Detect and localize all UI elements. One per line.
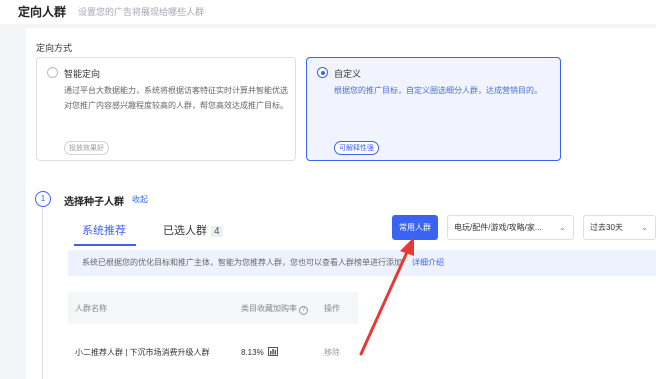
annotation-arrow — [359, 237, 414, 356]
